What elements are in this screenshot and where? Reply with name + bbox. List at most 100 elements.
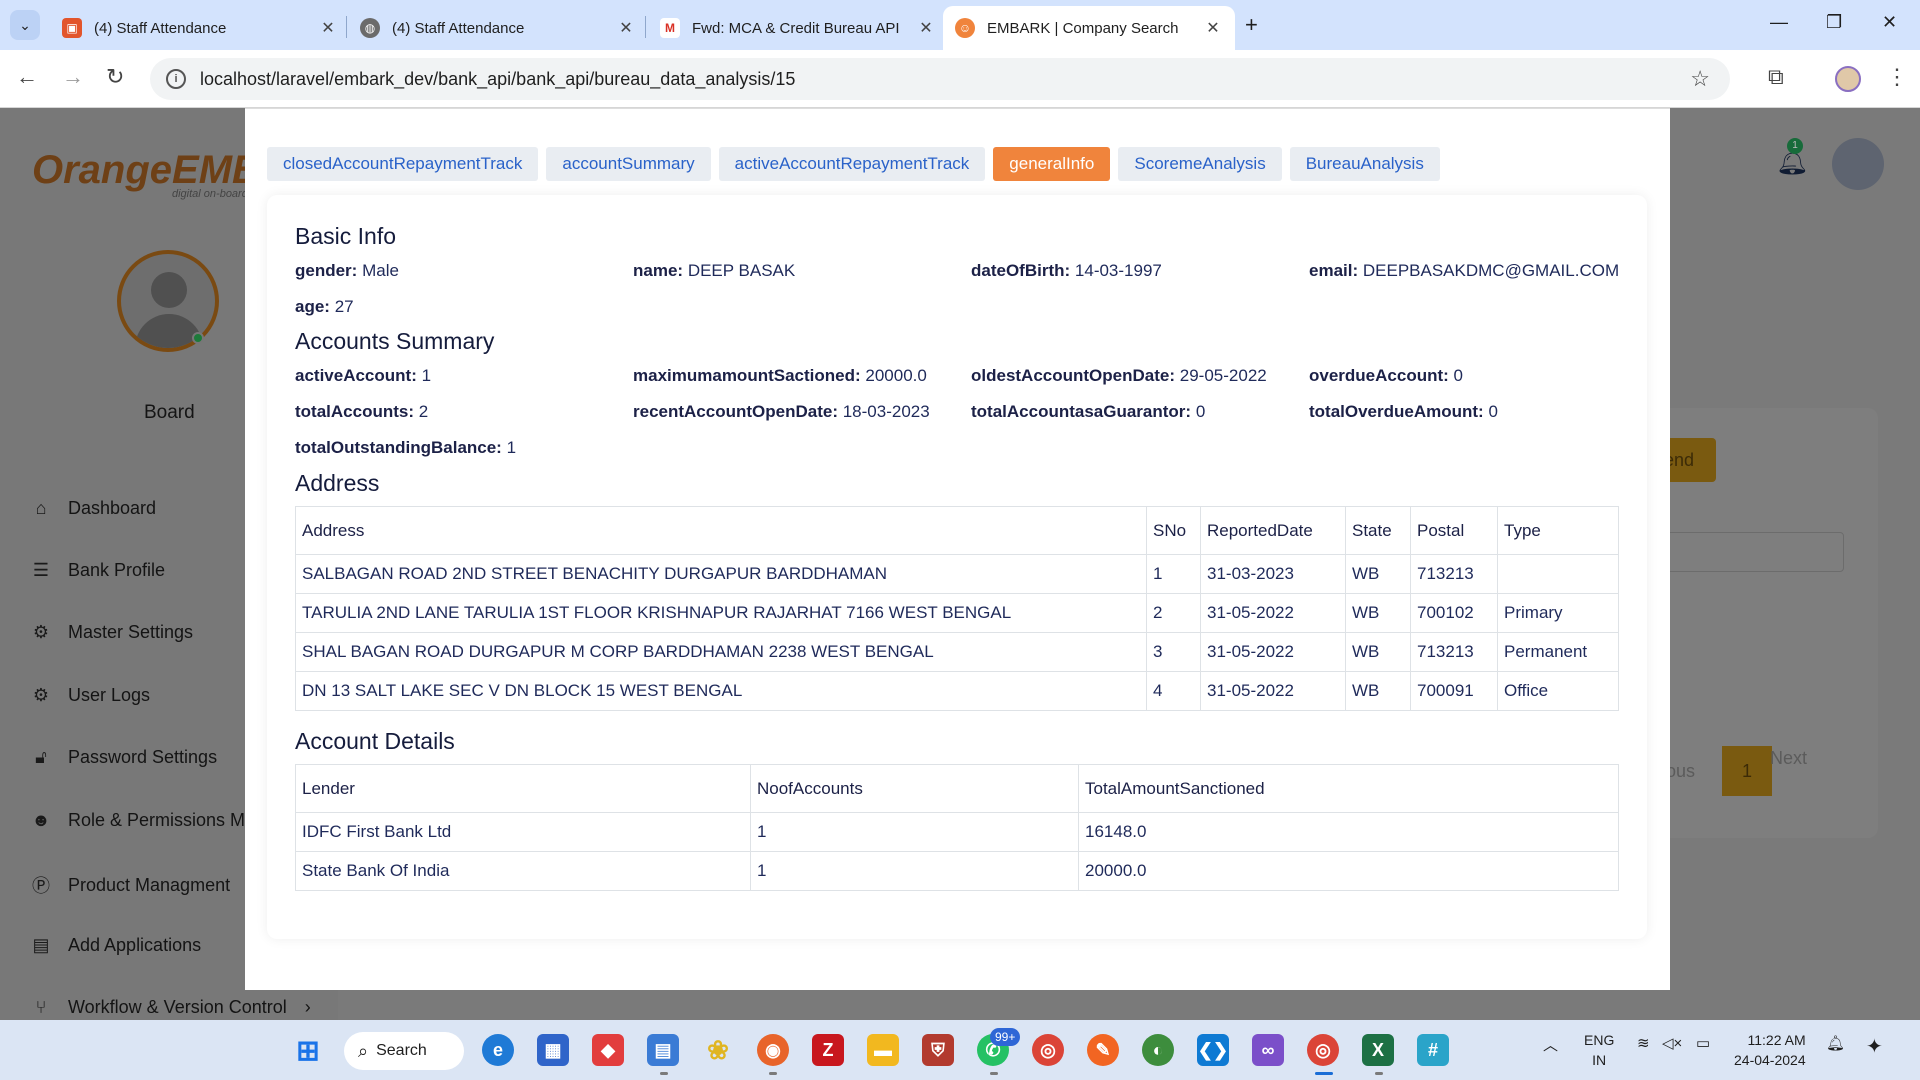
notepad-icon[interactable]: ▤: [647, 1034, 679, 1066]
restore-window-icon[interactable]: ❐: [1826, 12, 1842, 33]
column-header: SNo: [1146, 506, 1201, 555]
sidebar-item-role-permissions[interactable]: ☻ Role & Permissions Ma: [30, 810, 256, 831]
site-info-icon[interactable]: i: [166, 69, 186, 89]
sticky-app-icon[interactable]: ❀: [702, 1034, 734, 1066]
close-tab-icon[interactable]: ✕: [616, 18, 636, 38]
chrome-profile-icon[interactable]: ◎: [1032, 1034, 1064, 1066]
back-arrow-icon[interactable]: ←: [16, 64, 38, 90]
vscode-icon[interactable]: ❮❯: [1197, 1034, 1229, 1066]
postman-icon[interactable]: ✎: [1087, 1034, 1119, 1066]
field-gender: gender: Male: [295, 261, 399, 280]
address-bar[interactable]: i localhost/laravel/embark_dev/bank_api/…: [150, 58, 1730, 100]
visual-studio-icon[interactable]: ∞: [1252, 1034, 1284, 1066]
filezilla-icon[interactable]: Z: [812, 1034, 844, 1066]
tray-chevron-up-icon[interactable]: ︿: [1543, 1034, 1558, 1055]
table-cell: Office: [1497, 671, 1619, 711]
sidebar-item-dashboard[interactable]: ⌂ Dashboard: [30, 498, 157, 519]
field-overdue-account: overdueAccount: 0: [1309, 366, 1463, 385]
security-app-icon[interactable]: ⛨: [922, 1034, 954, 1066]
tab-active-account-repayment-track[interactable]: activeAccountRepaymentTrack: [718, 147, 986, 181]
close-tab-icon[interactable]: ✕: [318, 18, 338, 38]
browser-menu-icon[interactable]: ⋮: [1886, 64, 1908, 90]
close-tab-icon[interactable]: ✕: [1203, 18, 1223, 38]
windows-start-icon[interactable]: ⊞: [292, 1034, 324, 1066]
browser-tab-strip: ⌄ ▣ (4) Staff Attendance ✕ ◍ (4) Staff A…: [0, 0, 1920, 50]
table-cell: 1: [750, 812, 1079, 852]
sidebar-item-bank-profile[interactable]: ☰ Bank Profile: [30, 560, 165, 581]
notification-bell-icon[interactable]: 🔔︎: [1826, 1034, 1845, 1052]
tab-title: (4) Staff Attendance: [94, 19, 227, 37]
extensions-puzzle-icon[interactable]: ⧉: [1768, 64, 1784, 90]
field-maximum-amount-sanctioned: maximumamountSactioned: 20000.0: [633, 366, 927, 385]
brand-tagline: digital on-board: [172, 188, 248, 200]
chrome-icon[interactable]: ◎: [1307, 1034, 1339, 1066]
browser-tab-1[interactable]: ▣ (4) Staff Attendance ✕: [50, 6, 350, 50]
anydesk-icon[interactable]: ◆: [592, 1034, 624, 1066]
language-indicator[interactable]: ENG IN: [1584, 1030, 1614, 1070]
taskbar-clock[interactable]: 11:22 AM 24-04-2024: [1734, 1030, 1806, 1070]
table-header-row: Lender NoofAccounts TotalAmountSanctione…: [295, 764, 1619, 813]
browser-tab-3[interactable]: M Fwd: MCA & Credit Bureau API ✕: [648, 6, 948, 50]
search-icon: ⌕: [358, 1040, 369, 1061]
accounts-summary-title: Accounts Summary: [295, 328, 495, 354]
sidebar-item-workflow[interactable]: ⑂ Workflow & Version Control ›: [30, 997, 311, 1018]
table-cell: DN 13 SALT LAKE SEC V DN BLOCK 15 WEST B…: [295, 671, 1147, 711]
background-next-link: Next: [1770, 748, 1808, 768]
whatsapp-badge: 99+: [990, 1028, 1021, 1046]
tab-bureau-analysis[interactable]: BureauAnalysis: [1289, 147, 1440, 181]
active-running-indicator: [1315, 1072, 1333, 1075]
background-input: [1660, 532, 1844, 572]
table-row: SHAL BAGAN ROAD DURGAPUR M CORP BARDDHAM…: [295, 632, 1619, 672]
home-icon: ⌂: [35, 498, 47, 518]
taskbar-search[interactable]: ⌕ Search: [344, 1032, 464, 1070]
bookmark-star-icon[interactable]: ☆: [1690, 66, 1710, 92]
browser-tab-4-active[interactable]: ☺ EMBARK | Company Search ✕: [943, 6, 1235, 50]
field-name: name: DEEP BASAK: [633, 261, 796, 280]
url-text[interactable]: localhost/laravel/embark_dev/bank_api/ba…: [200, 69, 795, 90]
tab-account-summary[interactable]: accountSummary: [546, 147, 711, 181]
table-row: DN 13 SALT LAKE SEC V DN BLOCK 15 WEST B…: [295, 671, 1619, 711]
sidebar-item-add-applications[interactable]: ▤ Add Applications: [30, 935, 201, 956]
copilot-icon[interactable]: ✦: [1866, 1034, 1883, 1059]
browser-tab-2[interactable]: ◍ (4) Staff Attendance ✕: [348, 6, 648, 50]
sidebar-item-product-management[interactable]: Ⓟ Product Managment: [30, 872, 230, 898]
volume-mute-icon[interactable]: ◁×: [1662, 1034, 1682, 1052]
close-tab-icon[interactable]: ✕: [916, 18, 936, 38]
forward-arrow-icon[interactable]: →: [62, 64, 84, 90]
firefox-icon[interactable]: ◉: [757, 1034, 789, 1066]
slack-icon[interactable]: #: [1417, 1034, 1449, 1066]
profile-avatar[interactable]: [1835, 66, 1861, 92]
wifi-icon[interactable]: ≋: [1637, 1034, 1650, 1052]
battery-icon[interactable]: ▭: [1696, 1034, 1710, 1052]
tab-scoreme-analysis[interactable]: ScoremeAnalysis: [1118, 147, 1282, 181]
minimize-window-icon[interactable]: —: [1770, 12, 1788, 33]
tab-search-chevron-icon[interactable]: ⌄: [10, 10, 40, 40]
store-icon[interactable]: ▦: [537, 1034, 569, 1066]
app-favicon-icon: ▣: [62, 18, 82, 38]
table-cell: 3: [1146, 632, 1201, 672]
sidebar-item-master-settings[interactable]: ⚙ Master Settings: [30, 622, 193, 643]
edge-browser-icon[interactable]: e: [482, 1034, 514, 1066]
gmail-icon: M: [660, 18, 680, 38]
header-avatar[interactable]: [1832, 138, 1884, 190]
sidebar-item-password-settings[interactable]: 🔓︎ Password Settings: [30, 747, 217, 768]
table-cell: 4: [1146, 671, 1201, 711]
table-cell: WB: [1345, 632, 1411, 672]
close-window-icon[interactable]: ✕: [1882, 12, 1897, 33]
embark-favicon-icon: ☺: [955, 18, 975, 38]
table-cell: 1: [750, 851, 1079, 891]
tab-general-info[interactable]: generalInfo: [993, 147, 1111, 181]
sidebar-item-user-logs[interactable]: ⚙ User Logs: [30, 685, 150, 706]
tab-closed-account-repayment-track[interactable]: closedAccountRepaymentTrack: [267, 147, 539, 181]
field-active-account: activeAccount: 1: [295, 366, 432, 385]
column-header: NoofAccounts: [750, 764, 1079, 813]
table-cell: 700091: [1410, 671, 1498, 711]
general-info-card: Basic Info gender: Male name: DEEP BASAK…: [267, 195, 1647, 939]
running-indicator: [769, 1072, 777, 1075]
browser-toolbar: ← → ↻ i localhost/laravel/embark_dev/ban…: [0, 50, 1920, 108]
reload-icon[interactable]: ↻: [106, 64, 124, 90]
excel-icon[interactable]: X: [1362, 1034, 1394, 1066]
new-tab-plus-icon[interactable]: +: [1245, 12, 1258, 38]
globe-app-icon[interactable]: ◐: [1142, 1034, 1174, 1066]
file-explorer-icon[interactable]: ▬: [867, 1034, 899, 1066]
